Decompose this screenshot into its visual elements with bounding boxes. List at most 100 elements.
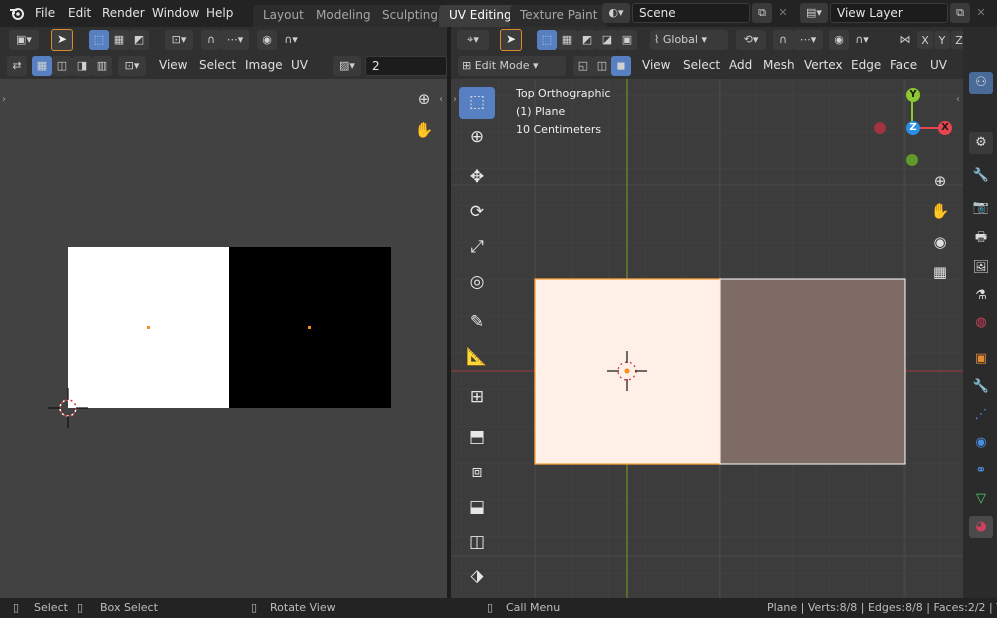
overlay-object-name: (1) Plane [516, 105, 566, 118]
select-intersect-icon[interactable]: ▣ [617, 30, 637, 50]
3d-viewport[interactable]: Y Z X ⌖▾ ➤ ⬚ ▦ ◩ ◪ ▣ ⌇ Global ▾ ⟲▾ ∩ ⋯▾ … [451, 27, 963, 598]
viewport-menu-mesh[interactable]: Mesh [763, 58, 795, 72]
mirror-x-button[interactable]: X [917, 31, 933, 49]
proportional-edit-icon[interactable]: ◉ [829, 30, 849, 50]
menu-render[interactable]: Render [102, 6, 145, 20]
viewport-sidebar-expand-icon[interactable]: ‹ [956, 94, 960, 105]
viewport-menu-face[interactable]: Face [890, 58, 917, 72]
pivot-point-icon[interactable]: ⟲▾ [736, 30, 766, 50]
gizmo-z-axis[interactable]: Z [906, 121, 920, 135]
inset-icon[interactable]: ⧈ [459, 457, 495, 489]
close-view-layer-icon[interactable]: ✕ [971, 3, 991, 23]
object-properties-icon[interactable]: ▣ [969, 348, 993, 370]
loop-cut-icon[interactable]: ◫ [459, 527, 495, 559]
add-cube-icon[interactable]: ⊞ [459, 382, 495, 414]
viewport-menu-vertex[interactable]: Vertex [804, 58, 843, 72]
select-invert-icon[interactable]: ◪ [597, 30, 617, 50]
perspective-grid-icon[interactable]: ▦ [927, 260, 953, 286]
tool-properties-icon[interactable]: 🔧 [969, 165, 993, 187]
particle-properties-icon[interactable]: ⋰ [969, 404, 993, 426]
data-properties-icon[interactable]: ▽ [969, 488, 993, 510]
snap-toggle-icon[interactable]: ∩ [773, 30, 793, 50]
mouse-middle-rotate-icon: ▯ [251, 601, 258, 614]
scale-icon[interactable]: ⤢ [459, 232, 495, 264]
select-new-icon[interactable]: ⬚ [537, 30, 557, 50]
material-properties-icon[interactable]: ◕ [969, 516, 993, 538]
vertex-select-mode-icon[interactable]: ◱ [573, 56, 593, 76]
tab-texture-paint[interactable]: Texture Paint [510, 5, 608, 27]
status-select: Select [34, 601, 68, 614]
mode-label: Edit Mode [474, 59, 530, 72]
camera-view-icon[interactable]: ◉ [927, 230, 953, 256]
scene-name-field[interactable]: Scene [632, 3, 750, 23]
orientation-dropdown[interactable]: ⌇ Global ▾ [650, 30, 728, 50]
uv-canvas[interactable] [0, 27, 447, 598]
annotate-icon[interactable]: ✎ [459, 307, 495, 339]
constraint-properties-icon[interactable]: ⚭ [969, 460, 993, 482]
mesh-face-unselected [719, 278, 906, 465]
viewport-zoom-icon[interactable]: ⊕ [927, 169, 953, 195]
viewport-pan-hand-icon[interactable]: ✋ [927, 199, 953, 225]
status-rotate-view: Rotate View [270, 601, 336, 614]
mode-dropdown[interactable]: ⊞ Edit Mode ▾ [458, 56, 566, 76]
viewport-menu-add[interactable]: Add [729, 58, 752, 72]
snap-target-icon[interactable]: ⋯▾ [793, 30, 823, 50]
viewport-menu-select[interactable]: Select [683, 58, 720, 72]
gizmo-x-axis[interactable]: X [938, 121, 952, 135]
viewport-header-row-2: ⊞ Edit Mode ▾ ◱ ◫ ◼ View Select Add Mesh… [451, 53, 963, 79]
mouse-right-icon: ▯ [487, 601, 494, 614]
blender-logo-icon[interactable] [9, 5, 25, 21]
tool-settings-icon[interactable]: ⚙ [969, 132, 993, 154]
tab-sculpting[interactable]: Sculpting [372, 5, 449, 27]
menu-edit[interactable]: Edit [68, 6, 91, 20]
mirror-y-button[interactable]: Y [934, 31, 950, 49]
scene-properties-icon[interactable]: ⚗ [969, 285, 993, 307]
physics-properties-icon[interactable]: ◉ [969, 432, 993, 454]
viewport-menu-edge[interactable]: Edge [851, 58, 881, 72]
copy-view-layer-icon[interactable]: ⧉ [950, 3, 970, 23]
scene-selector-icon[interactable]: ◐▾ [602, 3, 630, 23]
edge-select-mode-icon[interactable]: ◫ [592, 56, 612, 76]
close-scene-icon[interactable]: ✕ [773, 3, 793, 23]
world-properties-icon[interactable]: ◍ [969, 312, 993, 334]
viewport-toolbar-expand-icon[interactable]: › [453, 94, 457, 105]
status-call-menu: Call Menu [506, 601, 561, 614]
copy-scene-icon[interactable]: ⧉ [752, 3, 772, 23]
select-box-icon[interactable]: ⬚ [459, 87, 495, 119]
move-icon[interactable]: ✥ [459, 162, 495, 194]
mirror-icon[interactable]: ⋈ [895, 30, 915, 50]
view-layer-selector-icon[interactable]: ▤▾ [800, 3, 828, 23]
gizmo-y-axis[interactable]: Y [906, 88, 920, 102]
falloff-icon[interactable]: ∩▾ [849, 30, 875, 50]
orientation-label: Global [662, 33, 698, 46]
face-select-mode-icon[interactable]: ◼ [611, 56, 631, 76]
modifier-properties-icon[interactable]: 🔧 [969, 376, 993, 398]
view-layer-field[interactable]: View Layer [830, 3, 948, 23]
transform-icon[interactable]: ◎ [459, 267, 495, 299]
select-subtract-icon[interactable]: ◩ [577, 30, 597, 50]
view-layer-properties-icon[interactable]: 🖼 [969, 257, 993, 279]
bevel-icon[interactable]: ⬓ [459, 492, 495, 524]
editor-type-icon[interactable]: ⌖▾ [457, 30, 489, 50]
outliner-icon[interactable]: ⚇ [969, 72, 993, 94]
viewport-menu-view[interactable]: View [642, 58, 670, 72]
tab-layout[interactable]: Layout [253, 5, 314, 27]
uv-editor[interactable]: ▣▾ ➤ ⬚ ▦ ◩ ⊡▾ ∩ ⋯▾ ◉ ∩▾ ⇄ ▦ ◫ ◨ ▥ ⊡▾ Vie… [0, 27, 447, 598]
menu-help[interactable]: Help [206, 6, 233, 20]
menu-file[interactable]: File [35, 6, 55, 20]
select-extend-icon[interactable]: ▦ [557, 30, 577, 50]
extrude-icon[interactable]: ⬒ [459, 422, 495, 454]
select-tool-icon[interactable]: ➤ [500, 29, 522, 51]
tab-modeling[interactable]: Modeling [306, 5, 381, 27]
viewport-menu-uv[interactable]: UV [930, 58, 947, 72]
rotate-icon[interactable]: ⟳ [459, 197, 495, 229]
render-properties-icon[interactable]: 📷 [969, 197, 993, 219]
mirror-z-button[interactable]: Z [951, 31, 963, 49]
measure-icon[interactable]: 📐 [459, 342, 495, 374]
status-bar: ▯ Select ▯ Box Select ▯ Rotate View ▯ Ca… [0, 598, 997, 618]
output-properties-icon[interactable]: 🖶 [969, 227, 993, 249]
menu-window[interactable]: Window [152, 6, 199, 20]
knife-icon[interactable]: ⬗ [459, 561, 495, 593]
top-bar: File Edit Render Window Help Layout Mode… [0, 0, 997, 27]
cursor-icon[interactable]: ⊕ [459, 122, 495, 154]
